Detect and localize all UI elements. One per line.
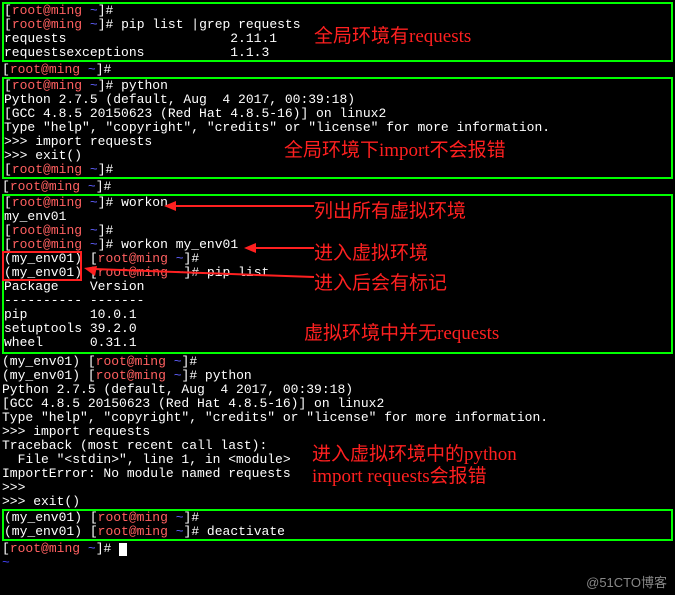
cursor-icon — [119, 543, 127, 556]
output-row: ---------- ------- — [4, 294, 671, 308]
prompt-line[interactable]: [root@ming ~]# — [4, 224, 671, 238]
annotation-4: 进入虚拟环境 — [314, 238, 428, 265]
annotation-5: 进入后会有标记 — [314, 268, 447, 295]
annotation-6: 虚拟环境中并无requests — [304, 318, 499, 345]
output-row: requestsexceptions 1.1.3 — [4, 46, 671, 60]
terminal-block-2: [root@ming ~]# python Python 2.7.5 (defa… — [2, 77, 673, 179]
output-row: [GCC 4.8.5 20150623 (Red Hat 4.8.5-16)] … — [4, 107, 671, 121]
prompt-line[interactable]: [root@ming ~]# — [2, 180, 673, 194]
env-prompt-line[interactable]: (my_env01) [root@ming ~]# — [4, 511, 671, 525]
annotation-1: 全局环境有requests — [314, 21, 471, 48]
cmd-deactivate[interactable]: (my_env01) [root@ming ~]# deactivate — [4, 525, 671, 539]
output-row: Python 2.7.5 (default, Aug 4 2017, 00:39… — [4, 93, 671, 107]
output-row: Python 2.7.5 (default, Aug 4 2017, 00:39… — [2, 383, 673, 397]
watermark: @51CTO博客 — [586, 572, 667, 591]
prompt-line[interactable]: [root@ming ~]# — [4, 163, 671, 177]
output-row: [GCC 4.8.5 20150623 (Red Hat 4.8.5-16)] … — [2, 397, 673, 411]
terminal-block-3: [root@ming ~]# workon my_env01 [root@min… — [2, 194, 673, 354]
cmd-python[interactable]: [root@ming ~]# python — [4, 79, 671, 93]
output-row: Type "help", "copyright", "credits" or "… — [4, 121, 671, 135]
annotation-8: import requests会报错 — [312, 461, 487, 488]
prompt-line[interactable]: [root@ming ~]# — [2, 63, 673, 77]
env-prompt-line[interactable]: (my_env01) [root@ming ~]# — [2, 355, 673, 369]
terminal-block-1: [root@ming ~]# [root@ming ~]# pip list |… — [2, 2, 673, 62]
python-input[interactable]: >>> exit() — [2, 495, 673, 509]
annotation-2: 全局环境下import不会报错 — [284, 135, 506, 162]
empty-line: ~ — [2, 556, 673, 570]
terminal-block-5: (my_env01) [root@ming ~]# (my_env01) [ro… — [2, 509, 673, 541]
highlight-env-tag — [2, 251, 82, 281]
cmd-python[interactable]: (my_env01) [root@ming ~]# python — [2, 369, 673, 383]
prompt-line-active[interactable]: [root@ming ~]# — [2, 542, 673, 556]
python-input[interactable]: >>> import requests — [2, 425, 673, 439]
output-row: Type "help", "copyright", "credits" or "… — [2, 411, 673, 425]
terminal-block-4: (my_env01) [root@ming ~]# python Python … — [2, 369, 673, 509]
prompt-line[interactable]: [root@ming ~]# — [4, 4, 671, 18]
annotation-3: 列出所有虚拟环境 — [314, 196, 466, 223]
